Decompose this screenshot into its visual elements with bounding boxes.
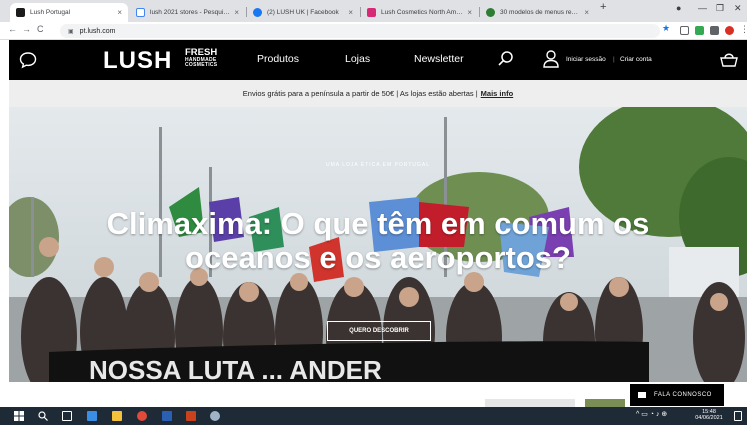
clock-date: 04/06/2021 xyxy=(695,415,723,421)
nav-newsletter[interactable]: Newsletter xyxy=(414,53,464,65)
content-peek-image xyxy=(585,399,625,407)
clock[interactable]: 15:48 04/06/2021 xyxy=(692,409,726,421)
tab-label: Lush Cosmetics North America (@... xyxy=(381,9,464,16)
close-window-button[interactable]: ✕ xyxy=(734,3,742,14)
tab-menus[interactable]: 30 modelos de menus responsi... × xyxy=(480,3,595,22)
lush-favicon-icon xyxy=(16,8,25,17)
word-icon[interactable] xyxy=(162,411,172,421)
hero-headline-line-2: oceanos e os aeroportos? xyxy=(185,240,571,275)
close-tab-icon[interactable]: × xyxy=(584,8,589,17)
forward-arrow-icon[interactable]: → xyxy=(22,24,31,34)
shopping-basket-icon[interactable] xyxy=(719,49,739,69)
search-icon[interactable] xyxy=(497,50,515,68)
content-peek xyxy=(485,399,575,407)
facebook-favicon-icon xyxy=(253,8,262,17)
url-input[interactable]: ▣ pt.lush.com xyxy=(60,24,660,38)
tab-instagram[interactable]: Lush Cosmetics North America (@... × xyxy=(361,3,478,22)
close-tab-icon[interactable]: × xyxy=(234,8,239,17)
file-explorer-icon[interactable] xyxy=(112,411,122,421)
windows-taskbar: ^ ▭ ◔ ♪ ⊕ 15:48 04/06/2021 xyxy=(0,407,747,425)
extensions-puzzle-icon[interactable] xyxy=(710,26,719,35)
logo-tagline-cosmetics: COSMETICS xyxy=(185,61,218,68)
menus-favicon-icon xyxy=(486,8,495,17)
system-tray-icons[interactable]: ^ ▭ ◔ ♪ ⊕ xyxy=(636,411,667,418)
login-link[interactable]: Iniciar sessão xyxy=(566,56,606,63)
close-tab-icon[interactable]: × xyxy=(117,8,122,17)
account-circle-icon[interactable]: ● xyxy=(676,3,681,13)
lock-icon: ▣ xyxy=(68,28,74,35)
address-bar-row: ← → C ▣ pt.lush.com ★ ⋮ xyxy=(0,22,747,40)
back-arrow-icon[interactable]: ← xyxy=(8,24,17,34)
new-tab-button[interactable]: + xyxy=(600,1,606,13)
powerpoint-icon[interactable] xyxy=(186,411,196,421)
task-view-icon[interactable] xyxy=(62,411,72,421)
promo-more-info-link[interactable]: Mais info xyxy=(481,89,514,98)
hero-headline: Climaxima: O que têm em comum os oceanos… xyxy=(9,207,747,275)
hero-headline-line-1: Climaxima: O que têm em comum os xyxy=(106,206,650,241)
tab-facebook[interactable]: (2) LUSH UK | Facebook × xyxy=(247,3,359,22)
minimize-button[interactable]: — xyxy=(698,3,707,13)
instagram-favicon-icon xyxy=(367,8,376,17)
extension-icon[interactable] xyxy=(680,26,689,35)
header-divider: | xyxy=(613,56,615,63)
url-text: pt.lush.com xyxy=(79,27,116,35)
bookmark-star-icon[interactable]: ★ xyxy=(662,23,670,34)
tab-google-search[interactable]: lush 2021 stores - Pesquisa Goo... × xyxy=(130,3,245,22)
mail-app-icon[interactable] xyxy=(87,411,97,421)
tab-label: lush 2021 stores - Pesquisa Goo... xyxy=(150,9,231,16)
user-icon[interactable] xyxy=(542,49,560,69)
google-favicon-icon xyxy=(136,8,145,17)
notifications-icon[interactable] xyxy=(734,411,742,421)
app-icon[interactable] xyxy=(210,411,220,421)
close-tab-icon[interactable]: × xyxy=(348,8,353,17)
tab-lush-portugal[interactable]: Lush Portugal × xyxy=(10,3,128,22)
chat-icon xyxy=(638,392,646,398)
windows-start-icon[interactable] xyxy=(14,411,24,421)
hero-cta-button[interactable]: QUERO DESCOBRIR xyxy=(327,321,431,341)
tab-label: Lush Portugal xyxy=(30,9,71,16)
hero-kicker: UMA LOJA ÉTICA EM PORTUGAL xyxy=(326,162,430,168)
maximize-button[interactable]: ❐ xyxy=(716,3,724,14)
hero-banner[interactable]: NOSSA LUTA ... ANDER UMA LOJA ÉTICA EM P… xyxy=(9,107,747,382)
chrome-icon[interactable] xyxy=(137,411,147,421)
chat-label: FALA CONNOSCO xyxy=(654,392,712,398)
protest-banner-text: NOSSA LUTA ... ANDER xyxy=(89,355,382,382)
register-link[interactable]: Criar conta xyxy=(620,56,652,63)
lush-logo[interactable]: LUSH xyxy=(103,47,172,75)
browser-menu-icon[interactable]: ⋮ xyxy=(740,24,747,35)
search-icon[interactable] xyxy=(38,411,48,421)
logo-tagline: FRESH HANDMADE COSMETICS xyxy=(185,48,217,68)
close-tab-icon[interactable]: × xyxy=(467,8,472,17)
nav-produtos[interactable]: Produtos xyxy=(257,53,299,65)
profile-avatar-icon[interactable] xyxy=(725,26,734,35)
tab-label: (2) LUSH UK | Facebook xyxy=(267,9,339,16)
extension-green-icon[interactable] xyxy=(695,26,704,35)
nav-lojas[interactable]: Lojas xyxy=(345,53,370,65)
reload-icon[interactable]: C xyxy=(37,24,44,34)
tab-label: 30 modelos de menus responsi... xyxy=(500,9,580,16)
browser-tab-bar: Lush Portugal × lush 2021 stores - Pesqu… xyxy=(0,0,747,22)
chat-button[interactable]: FALA CONNOSCO xyxy=(630,384,724,406)
site-header: LUSH FRESH HANDMADE COSMETICS Produtos L… xyxy=(9,40,747,80)
chat-bubble-icon[interactable] xyxy=(19,51,37,69)
promo-bar: Envios grátis para a península a partir … xyxy=(9,80,747,107)
promo-text: Envios grátis para a península a partir … xyxy=(242,89,478,98)
